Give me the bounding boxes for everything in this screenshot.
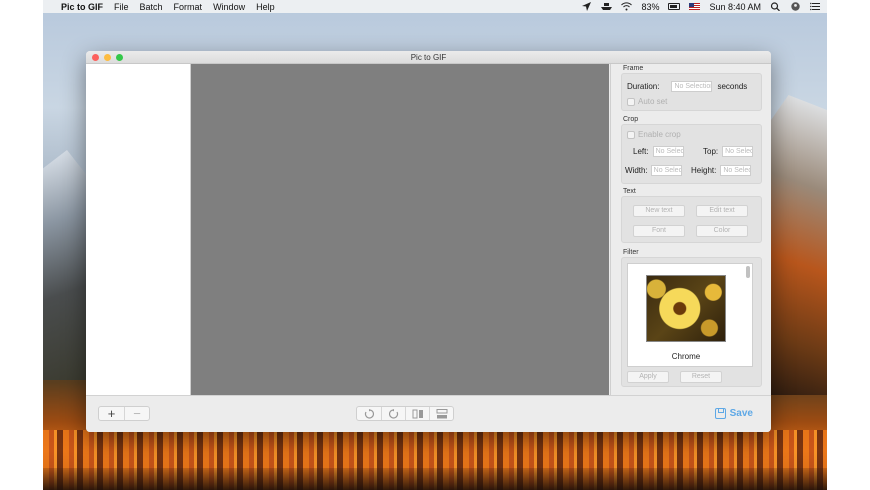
close-window-button[interactable] [92,54,99,61]
text-section-label: Text [623,188,636,195]
crop-width-field[interactable]: No Selection [650,165,682,176]
ship-icon[interactable] [601,2,613,11]
menu-batch[interactable]: Batch [140,2,163,12]
crop-section-label: Crop [623,116,639,123]
frame-section-label: Frame [623,65,644,72]
crop-top-label: Top: [703,147,719,156]
enable-crop-label: Enable crop [638,130,681,139]
font-button[interactable]: Font [633,225,685,237]
minimize-window-button[interactable] [104,54,111,61]
title-bar[interactable]: Pic to GIF [86,51,771,64]
rotate-left-icon[interactable] [357,407,381,420]
save-button[interactable]: Save [714,408,753,419]
add-remove-control: + − [98,406,150,421]
apply-filter-button[interactable]: Apply [627,371,669,383]
menu-help[interactable]: Help [256,2,275,12]
menubar-status-area: 83% Sun 8:40 AM [581,2,821,12]
filter-list-scrollbar[interactable] [746,266,750,278]
reset-filter-button[interactable]: Reset [680,371,722,383]
save-icon [714,408,726,419]
flip-vertical-icon[interactable] [429,407,453,420]
crop-height-label: Height: [691,166,717,175]
crop-width-label: Width: [625,166,648,175]
menu-file[interactable]: File [114,2,129,12]
auto-set-label: Auto set [638,97,668,106]
edit-text-button[interactable]: Edit text [696,205,748,217]
frame-section: Duration: No Selection seconds Auto set [621,73,762,111]
crop-top-field[interactable]: No Selection [722,146,754,157]
text-section: New text Edit text Font Color [621,196,762,243]
crop-left-label: Left: [633,147,649,156]
inspector-panel: Frame Duration: No Selection seconds Aut… [610,64,771,395]
battery-icon[interactable] [668,3,681,10]
window-controls [92,54,123,61]
user-account-icon[interactable] [790,2,801,11]
filter-thumbnail-chrome[interactable] [646,275,726,342]
notification-center-icon[interactable] [810,2,821,11]
rotate-right-icon[interactable] [381,407,405,420]
filter-list[interactable]: Chrome [627,263,753,367]
transform-tools [356,406,454,421]
remove-image-button[interactable]: − [124,407,149,420]
wallpaper-lake [43,430,827,490]
zoom-window-button[interactable] [116,54,123,61]
input-source-flag-icon[interactable] [689,3,701,10]
window-title: Pic to GIF [410,53,447,62]
crop-left-field[interactable]: No Selection [652,146,684,157]
bottom-toolbar: + − Save [86,395,771,432]
menubar-clock[interactable]: Sun 8:40 AM [709,2,761,12]
menu-format[interactable]: Format [174,2,203,12]
add-image-button[interactable]: + [99,407,124,420]
save-label: Save [729,408,753,419]
location-arrow-icon[interactable] [581,2,592,11]
crop-height-field[interactable]: No Selection [720,165,752,176]
duration-field[interactable]: No Selection [671,81,713,92]
filter-name-label: Chrome [671,352,701,361]
menubar: Pic to GIF File Batch Format Window Help… [43,0,827,13]
crop-section: Enable crop Left: No Selection Top: No S… [621,124,762,184]
enable-crop-checkbox[interactable] [627,130,635,139]
image-list[interactable] [86,64,191,395]
duration-label: Duration: [627,82,660,91]
wifi-icon[interactable] [621,2,633,11]
menu-window[interactable]: Window [213,2,245,12]
app-window: Pic to GIF Frame Duration: No Selection … [86,51,771,432]
auto-set-checkbox[interactable] [627,97,635,106]
seconds-label: seconds [717,82,748,91]
filter-section-label: Filter [623,249,639,256]
battery-percent[interactable]: 83% [641,2,659,12]
color-button[interactable]: Color [696,225,748,237]
spotlight-search-icon[interactable] [770,2,781,11]
flip-horizontal-icon[interactable] [405,407,429,420]
preview-canvas[interactable] [191,64,609,395]
new-text-button[interactable]: New text [633,205,685,217]
menu-app-name[interactable]: Pic to GIF [61,2,103,12]
